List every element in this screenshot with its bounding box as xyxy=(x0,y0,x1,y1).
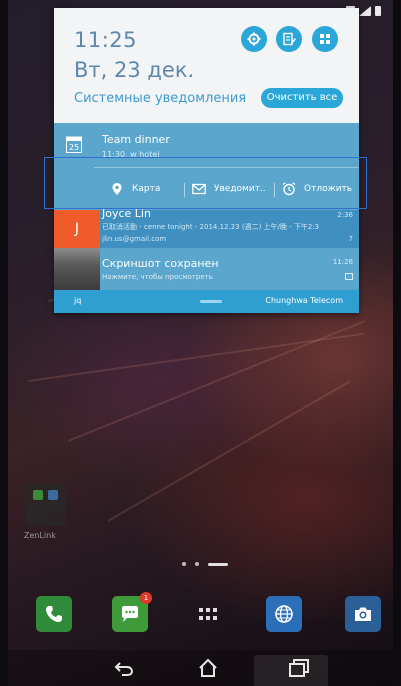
home-button[interactable] xyxy=(195,658,221,678)
shade-footer: jq Chunghwa Telecom xyxy=(54,290,359,313)
shade-drag-handle[interactable] xyxy=(200,300,222,303)
recent-apps-icon xyxy=(289,659,309,677)
app-drawer-icon xyxy=(199,608,217,620)
mail-preview: 已取消活動 - cenne tonight - 2014.12.23 (週二) … xyxy=(102,223,320,231)
settings-icon xyxy=(247,32,261,46)
message-badge: 1 xyxy=(140,592,152,604)
browser-app[interactable] xyxy=(266,596,302,632)
image-icon xyxy=(345,273,353,280)
apps-button[interactable] xyxy=(312,26,338,52)
clock: 11:25 xyxy=(74,28,138,52)
screenshot-notification[interactable]: Скриншот сохранен Нажмите, чтобы просмот… xyxy=(54,248,359,290)
signal-icon xyxy=(359,6,371,16)
screenshot-time: 11:26 xyxy=(332,258,353,266)
recent-apps-button[interactable] xyxy=(285,658,311,678)
notification-title: Team dinner xyxy=(102,133,170,146)
back-button[interactable] xyxy=(112,658,138,678)
mail-address: jlin.us@gmail.com xyxy=(102,235,167,243)
page-dot xyxy=(195,562,199,566)
phone-icon xyxy=(46,606,62,622)
carrier-label: Chunghwa Telecom xyxy=(265,296,343,305)
browser-icon xyxy=(275,605,293,623)
settings-button[interactable] xyxy=(241,26,267,52)
edit-icon xyxy=(283,32,296,46)
mail-time: 2:36 xyxy=(337,211,353,219)
system-notifications-label: Системные уведомления xyxy=(74,91,247,106)
camera-icon xyxy=(355,607,371,621)
page-dot-active xyxy=(208,562,228,566)
edit-button[interactable] xyxy=(276,26,302,52)
page-dot xyxy=(182,562,186,566)
screenshot-subtitle: Нажмите, чтобы просмотреть xyxy=(102,273,213,281)
shade-header: 11:25 Вт, 23 дек. Системные уведомления … xyxy=(54,8,359,123)
navigation-bar xyxy=(8,650,393,686)
home-icon xyxy=(199,658,217,677)
screenshot-title: Скриншот сохранен xyxy=(102,257,219,270)
screenshot-thumbnail xyxy=(54,248,100,290)
zenlink-widget[interactable] xyxy=(26,484,66,526)
apps-icon xyxy=(320,34,330,44)
calendar-icon: 25 xyxy=(66,136,82,153)
back-icon xyxy=(114,662,134,676)
messages-icon xyxy=(122,606,138,622)
avatar: J xyxy=(54,210,100,248)
battery-icon xyxy=(375,6,381,16)
page-indicator xyxy=(182,562,228,566)
action-row-highlight xyxy=(44,157,367,209)
widget-label: ZenLink xyxy=(24,531,56,540)
camera-app[interactable] xyxy=(345,596,381,632)
phone-app[interactable] xyxy=(36,596,72,632)
mail-count: 7 xyxy=(348,235,353,243)
user-label: jq xyxy=(74,296,82,305)
date: Вт, 23 дек. xyxy=(74,58,195,82)
app-drawer-button[interactable] xyxy=(190,596,226,632)
mail-notification[interactable]: J Joyce Lin 已取消活動 - cenne tonight - 2014… xyxy=(54,207,359,248)
calendar-day: 25 xyxy=(69,143,79,152)
clear-all-button[interactable]: Очистить все xyxy=(261,88,343,108)
phone-screen: 11:25 Вт, 23 дек. Системные уведомления … xyxy=(0,0,401,686)
